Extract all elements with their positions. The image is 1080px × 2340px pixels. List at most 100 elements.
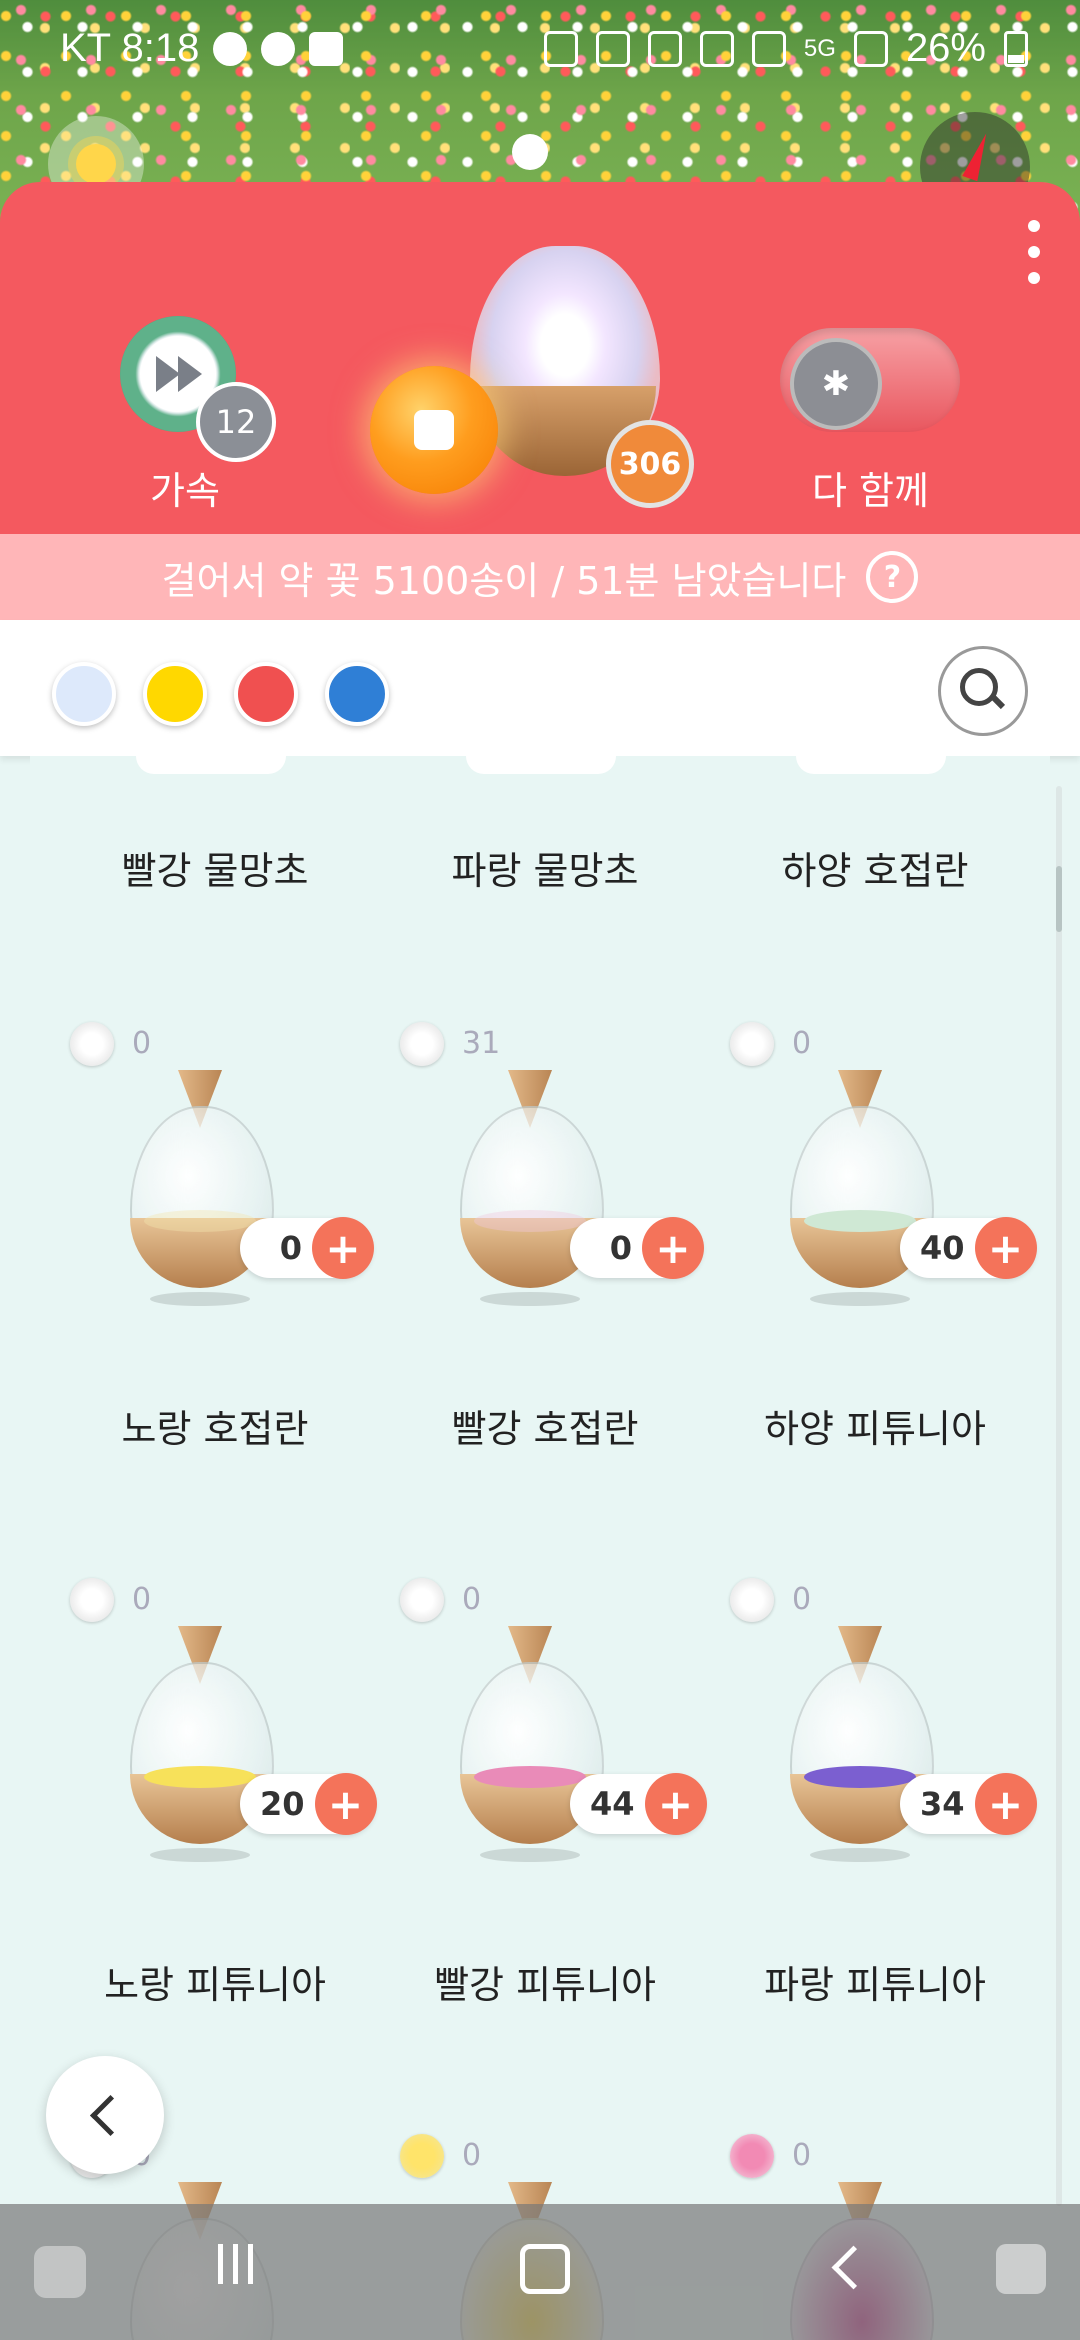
seed-icon <box>70 1578 114 1622</box>
seed-icon <box>730 2134 774 2178</box>
seed-count: 0 <box>462 1582 482 1617</box>
filter-color-white[interactable] <box>52 662 116 726</box>
scrollbar-thumb[interactable] <box>1056 866 1062 932</box>
quantity-pill: 0 + <box>240 1217 374 1279</box>
together-label: 다 함께 <box>812 469 929 513</box>
walking-people-icon: ✱ <box>790 338 882 430</box>
seed-icon <box>70 1022 114 1066</box>
remaining-notice: 걸어서 약 꽃 5100송이 / 51분 남았습니다 ? <box>0 534 1080 620</box>
bottle-image <box>790 1070 934 1320</box>
quantity-value: 34 <box>920 1785 965 1823</box>
game-tools-icon[interactable] <box>34 2246 86 2298</box>
flower-name: 파랑 물망초 <box>451 849 639 893</box>
quantity-value: 44 <box>590 1785 635 1823</box>
flower-name: 빨강 물망초 <box>121 849 309 893</box>
color-filter-bar <box>0 620 1080 756</box>
seed-count: 0 <box>792 1026 812 1061</box>
quantity-pill: 40 + <box>900 1217 1037 1279</box>
search-button[interactable] <box>938 646 1028 736</box>
speed-up-button[interactable]: 12 <box>120 316 276 462</box>
bottle-image <box>130 1070 274 1320</box>
bottle-image <box>130 1626 274 1876</box>
seed-icon <box>400 2134 444 2178</box>
flower-grid: 빨강 물망초 파랑 물망초 하양 호접란 0 0 + 노랑 호접란 31 0 +… <box>30 756 1050 2340</box>
flower-card[interactable]: 0 40 + <box>690 1022 1037 1352</box>
seed-icon <box>730 1022 774 1066</box>
flower-name: 노랑 피튜니아 <box>104 1963 326 2007</box>
talk-icon <box>213 31 248 66</box>
seed-count: 0 <box>462 2138 482 2173</box>
seed-icon <box>400 1022 444 1066</box>
quantity-value: 0 <box>279 1229 302 1267</box>
seed-count: 0 <box>792 2138 812 2173</box>
quantity-pill: 0 + <box>570 1217 704 1279</box>
speed-label: 가속 <box>150 469 220 513</box>
flower-card[interactable]: 0 34 + <box>690 1578 1037 1908</box>
flower-card[interactable]: 0 44 + <box>360 1578 707 1908</box>
network-label: 5G <box>803 34 836 62</box>
location-icon <box>699 30 734 67</box>
battery-icon <box>1004 30 1028 67</box>
bottle-image <box>460 1070 604 1320</box>
status-time: KT 8:18 <box>60 26 200 70</box>
seed-count: 31 <box>462 1026 501 1061</box>
flower-name: 파랑 피튜니아 <box>764 1963 986 2007</box>
seed-icon <box>400 1578 444 1622</box>
filter-color-blue[interactable] <box>325 662 389 726</box>
sun-icon <box>76 144 116 184</box>
flower-card[interactable]: 31 0 + <box>360 1022 704 1352</box>
checkbox-icon <box>309 31 344 66</box>
flower-card[interactable]: 0 0 + <box>30 1022 374 1352</box>
seed-icon <box>730 1578 774 1622</box>
together-toggle[interactable]: ✱ <box>780 328 960 432</box>
seed-count: 0 <box>132 1026 152 1061</box>
partial-qty-pill <box>796 756 946 774</box>
stop-icon <box>414 410 454 450</box>
search-icon <box>960 668 998 706</box>
location-dot <box>512 134 548 170</box>
battery-saver-icon <box>543 30 578 67</box>
add-button[interactable]: + <box>974 1217 1037 1279</box>
bottle-image <box>790 1626 934 1876</box>
flower-name: 하양 호접란 <box>781 849 969 893</box>
quantity-value: 40 <box>920 1229 965 1267</box>
bottle-image <box>460 1626 604 1876</box>
flower-name: 빨강 호접란 <box>451 1407 639 1451</box>
hd-icon <box>751 30 786 67</box>
alarm-icon <box>595 30 630 67</box>
partial-qty-pill <box>466 756 616 774</box>
back-button[interactable] <box>46 2056 164 2174</box>
nav-back-button[interactable] <box>831 2245 876 2290</box>
flower-card[interactable]: 0 20 + <box>30 1578 377 1908</box>
quantity-value: 0 <box>609 1229 632 1267</box>
seed-count: 0 <box>132 1582 152 1617</box>
flower-name: 빨강 피튜니아 <box>434 1963 656 2007</box>
stop-button[interactable] <box>370 366 498 494</box>
partial-qty-pill <box>136 756 286 774</box>
status-bar: KT 8:18 5G 26% <box>0 0 1080 96</box>
flower-name: 노랑 호접란 <box>121 1407 309 1451</box>
filter-color-red[interactable] <box>234 662 298 726</box>
notice-text: 걸어서 약 꽃 5100송이 / 51분 남았습니다 <box>161 558 847 603</box>
scrollbar-track[interactable] <box>1056 786 1062 2206</box>
seed-count: 0 <box>792 1582 812 1617</box>
touch-lock-icon[interactable] <box>996 2244 1046 2294</box>
quantity-pill: 34 + <box>900 1773 1037 1835</box>
help-icon[interactable]: ? <box>866 551 919 603</box>
home-button[interactable] <box>520 2244 570 2294</box>
app-icon <box>261 31 296 66</box>
recent-apps-button[interactable] <box>218 2244 262 2284</box>
quantity-pill: 20 + <box>240 1773 377 1835</box>
chevron-left-icon <box>89 2094 131 2136</box>
quantity-pill: 44 + <box>570 1773 707 1835</box>
mute-icon <box>647 30 682 67</box>
filter-color-yellow[interactable] <box>143 662 207 726</box>
more-vertical-icon[interactable] <box>1028 220 1042 298</box>
add-button[interactable]: + <box>974 1773 1037 1835</box>
speed-count-badge: 12 <box>196 382 276 462</box>
quantity-value: 20 <box>260 1785 305 1823</box>
signal-icon <box>853 30 888 67</box>
system-nav-bar <box>0 2204 1080 2340</box>
flower-name: 하양 피튜니아 <box>764 1407 986 1451</box>
battery-percent: 26% <box>905 26 986 70</box>
